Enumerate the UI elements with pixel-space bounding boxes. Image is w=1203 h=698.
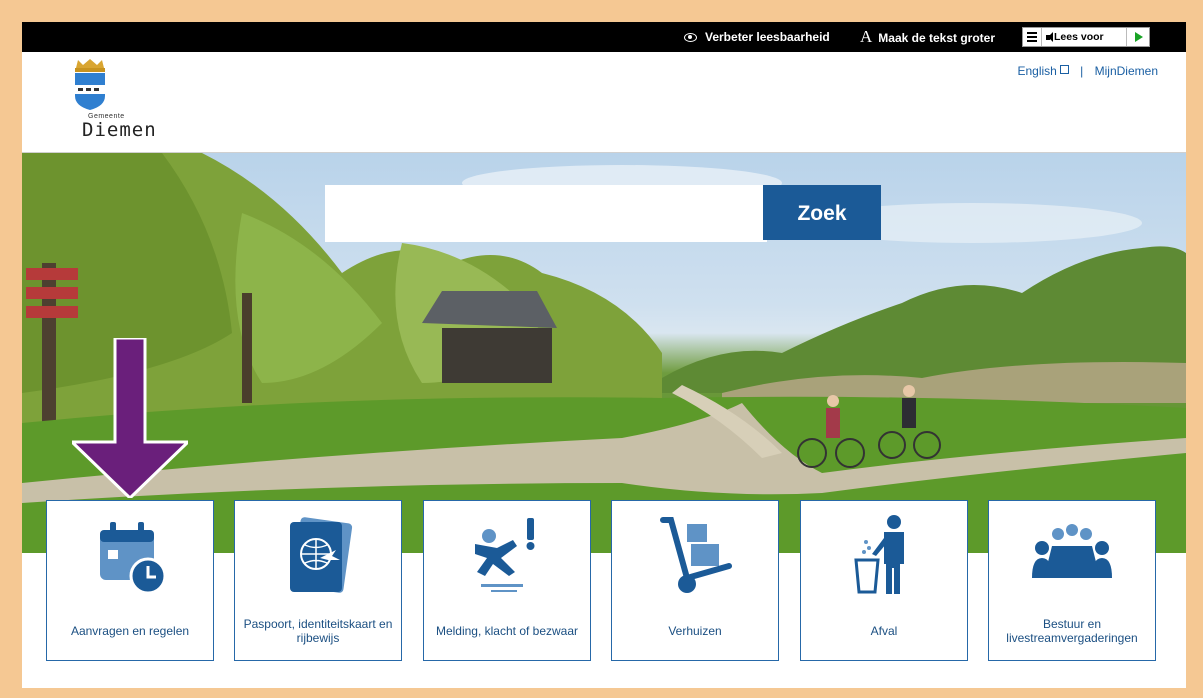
municipality-logo[interactable]: Gemeente Diemen — [52, 58, 156, 148]
english-link-label: English — [1017, 64, 1057, 78]
search-input[interactable] — [325, 185, 767, 242]
tile-label: Paspoort, identiteitskaart en rijbewijs — [243, 617, 393, 645]
tile-label: Afval — [870, 624, 898, 638]
accessibility-bar: Verbeter leesbaarheid A Maak de tekst gro… — [22, 22, 1186, 52]
readspeaker-player: Lees voor — [1022, 27, 1150, 47]
search-button[interactable]: Zoek — [763, 185, 881, 240]
speaker-icon — [1046, 31, 1053, 42]
english-link[interactable]: English — [1017, 64, 1069, 78]
menu-icon[interactable] — [1023, 28, 1042, 46]
tile-bestuur-livestream[interactable]: Bestuur en livestreamvergaderingen — [988, 500, 1156, 661]
read-aloud-label: Lees voor — [1054, 31, 1104, 43]
hand-truck-icon — [612, 511, 778, 601]
tile-label: Aanvragen en regelen — [70, 624, 190, 638]
improve-readability-label: Verbeter leesbaarheid — [705, 30, 830, 44]
read-aloud-button[interactable]: Lees voor — [1042, 28, 1127, 46]
external-link-icon — [1059, 65, 1069, 74]
link-separator: | — [1080, 64, 1084, 78]
text-size-icon: A — [860, 27, 873, 46]
hero-image: Zoek — [22, 153, 1186, 553]
tile-verhuizen[interactable]: Verhuizen — [611, 500, 779, 661]
coat-of-arms-icon — [75, 59, 105, 110]
improve-readability-link[interactable]: Verbeter leesbaarheid — [684, 22, 830, 52]
tile-label: Verhuizen — [668, 624, 722, 638]
site-header: Gemeente Diemen English | MijnDiemen — [22, 52, 1186, 153]
tile-aanvragen-en-regelen[interactable]: Aanvragen en regelen — [46, 500, 214, 661]
browser-page: Verbeter leesbaarheid A Maak de tekst gro… — [22, 22, 1186, 688]
tile-afval[interactable]: Afval — [800, 500, 968, 661]
mijndiemen-link[interactable]: MijnDiemen — [1095, 64, 1158, 78]
eye-icon — [684, 33, 697, 43]
passport-icon — [235, 511, 401, 601]
tile-label: Bestuur en livestreamvergaderingen — [1006, 617, 1138, 645]
enlarge-text-link[interactable]: A Maak de tekst groter — [860, 22, 995, 52]
play-icon[interactable] — [1127, 28, 1149, 46]
meeting-table-icon — [989, 511, 1155, 601]
down-arrow-icon — [72, 338, 188, 498]
logo-name: Diemen — [82, 119, 157, 141]
tile-melding-klacht-bezwaar[interactable]: Melding, klacht of bezwaar — [423, 500, 591, 661]
calendar-clock-icon — [47, 511, 213, 601]
falling-person-icon — [424, 511, 590, 601]
enlarge-text-label: Maak de tekst groter — [878, 31, 995, 45]
tile-label: Melding, klacht of bezwaar — [435, 624, 579, 638]
header-links: English | MijnDiemen — [1017, 64, 1158, 78]
tile-paspoort-identiteitskaart-rijbewijs[interactable]: Paspoort, identiteitskaart en rijbewijs — [234, 500, 402, 661]
waste-bin-icon — [801, 511, 967, 601]
